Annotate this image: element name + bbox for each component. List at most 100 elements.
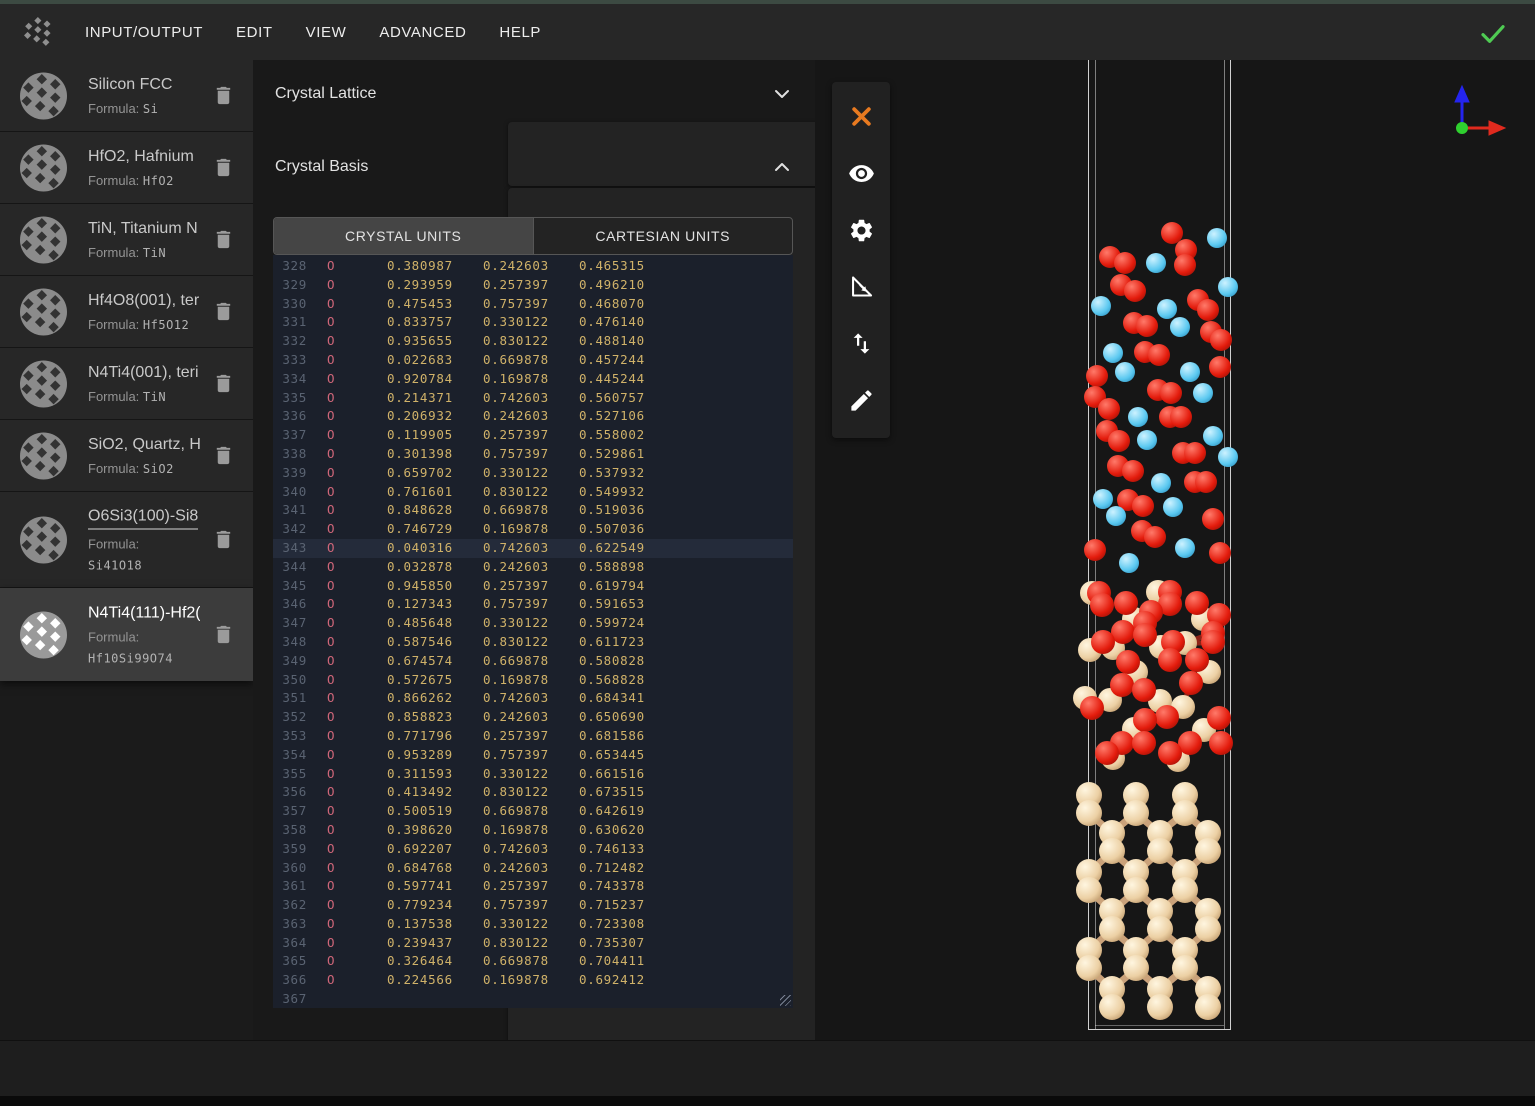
editor-resize-handle[interactable] [780, 995, 791, 1006]
line-number: 342 [273, 520, 307, 539]
viewer-toolbar [832, 82, 890, 438]
editor-line: 352O0.8588230.2426030.650690 [273, 708, 793, 727]
bottom-panel [0, 1040, 1535, 1096]
delete-material-button[interactable] [211, 156, 235, 180]
atom-hf [1151, 473, 1171, 493]
coordinate-value: 0.330122 [483, 915, 579, 934]
coordinate-value: 0.549932 [579, 483, 793, 502]
element-symbol: O [307, 971, 387, 990]
coordinate-value: 0.311593 [387, 765, 483, 784]
coordinate-value: 0.468070 [579, 295, 793, 314]
coordinate-value: 0.572675 [387, 671, 483, 690]
atom-o [1095, 741, 1119, 765]
coordinate-value: 0.953289 [387, 746, 483, 765]
line-number: 334 [273, 370, 307, 389]
axes-indicator [1445, 78, 1509, 142]
coordinate-value: 0.137538 [387, 915, 483, 934]
coordinate-value: 0.568828 [579, 671, 793, 690]
chevron-down-icon[interactable] [770, 82, 794, 106]
coordinate-value: 0.735307 [579, 934, 793, 953]
line-number: 364 [273, 934, 307, 953]
delete-material-button[interactable] [211, 528, 235, 552]
material-list-item-silicon-fcc[interactable]: Silicon FCCFormula: Si [0, 60, 253, 132]
coordinate-value: 0.597741 [387, 877, 483, 896]
delete-material-button[interactable] [211, 444, 235, 468]
line-number: 336 [273, 407, 307, 426]
editor-line: 355O0.3115930.3301220.661516 [273, 765, 793, 784]
element-symbol: O [307, 276, 387, 295]
coordinate-value: 0.833757 [387, 313, 483, 332]
material-list-item-o6si3-100-si8[interactable]: O6Si3(100)-Si8Formula:Si41O18 [0, 492, 253, 588]
atom-hf [1115, 362, 1135, 382]
material-list-item-hf4o8-001-ter[interactable]: Hf4O8(001), terFormula: Hf5O12 [0, 276, 253, 348]
atom-si [1195, 838, 1221, 864]
material-list-item-sio2-quartz-h[interactable]: SiO2, Quartz, HFormula: SiO2 [0, 420, 253, 492]
element-symbol: O [307, 840, 387, 859]
material-formula-value: Hf10Si99O74 [88, 651, 200, 665]
material-formula: Formula: HfO2 [88, 173, 200, 188]
tab-crystal-units[interactable]: CRYSTAL UNITS [274, 218, 533, 254]
coordinate-value: 0.519036 [579, 501, 793, 520]
edit-structure-button[interactable] [844, 385, 878, 419]
app-logo-molecule-dots-icon[interactable] [22, 15, 56, 49]
material-avatar-molecule-icon [20, 516, 67, 563]
delete-material-button[interactable] [211, 228, 235, 252]
editor-line: 331O0.8337570.3301220.476140 [273, 313, 793, 332]
coordinate-value: 0.746133 [579, 840, 793, 859]
editor-line: 363O0.1375380.3301220.723308 [273, 915, 793, 934]
viewer-settings-button[interactable] [844, 215, 878, 249]
atom-hf [1119, 553, 1139, 573]
swap-axes-button[interactable] [844, 328, 878, 362]
atom-o [1195, 471, 1217, 493]
atom-si [1172, 955, 1198, 981]
editor-line: 329O0.2939590.2573970.496210 [273, 276, 793, 295]
coordinate-value: 0.040316 [387, 539, 483, 558]
coordinate-value: 0.169878 [483, 971, 579, 990]
close-viewer-button[interactable] [844, 101, 878, 135]
atom-o [1080, 696, 1104, 720]
menu-item-edit[interactable]: EDIT [236, 24, 273, 41]
atom-o [1197, 299, 1219, 321]
delete-material-button[interactable] [211, 372, 235, 396]
visibility-button[interactable] [844, 158, 878, 192]
editor-line: 336O0.2069320.2426030.527106 [273, 407, 793, 426]
atom-o [1091, 630, 1115, 654]
material-list-item-n4ti4-001-teri[interactable]: N4Ti4(001), teriFormula: TiN [0, 348, 253, 420]
menu-item-help[interactable]: HELP [499, 24, 541, 41]
coordinate-value: 0.239437 [387, 934, 483, 953]
editor-line: 364O0.2394370.8301220.735307 [273, 934, 793, 953]
line-number: 358 [273, 821, 307, 840]
measure-tool-button[interactable] [844, 271, 878, 305]
coordinate-value: 0.830122 [483, 483, 579, 502]
delete-material-button[interactable] [211, 623, 235, 647]
material-list-item-n4ti4-111-hf2[interactable]: N4Ti4(111)-Hf2(Formula:Hf10Si99O74 [0, 588, 253, 681]
coordinate-value: 0.935655 [387, 332, 483, 351]
material-avatar-molecule-icon [20, 216, 67, 263]
tab-cartesian-units[interactable]: CARTESIAN UNITS [533, 218, 793, 254]
window-bottom-strip [0, 1096, 1535, 1106]
editor-line: 366O0.2245660.1698780.692412 [273, 971, 793, 990]
editor-line: 333O0.0226830.6698780.457244 [273, 351, 793, 370]
coordinate-value: 0.242603 [483, 257, 579, 276]
atom-o [1132, 731, 1156, 755]
editor-line: 343O0.0403160.7426030.622549 [273, 539, 793, 558]
chevron-up-icon[interactable] [770, 155, 794, 179]
crystal-basis-header[interactable]: Crystal Basis [275, 128, 368, 205]
delete-material-button[interactable] [211, 300, 235, 324]
atom-o [1158, 648, 1182, 672]
coordinate-value: 0.242603 [483, 859, 579, 878]
menu-item-advanced[interactable]: ADVANCED [379, 24, 466, 41]
material-list-item-hfo2-hafnium[interactable]: HfO2, HafniumFormula: HfO2 [0, 132, 253, 204]
crystal-lattice-header[interactable]: Crystal Lattice [275, 62, 376, 126]
basis-coordinates-editor[interactable]: 328O0.3809870.2426030.465315329O0.293959… [273, 255, 793, 1008]
coordinate-value: 0.214371 [387, 389, 483, 408]
material-list-item-tin-titanium-n[interactable]: TiN, Titanium NFormula: TiN [0, 204, 253, 276]
structure-canvas[interactable] [815, 60, 1535, 1040]
editor-line: 328O0.3809870.2426030.465315 [273, 257, 793, 276]
element-symbol: O [307, 633, 387, 652]
menu-item-view[interactable]: VIEW [306, 24, 347, 41]
element-symbol: O [307, 520, 387, 539]
delete-material-button[interactable] [211, 84, 235, 108]
coordinate-value: 0.669878 [483, 351, 579, 370]
menu-item-input-output[interactable]: INPUT/OUTPUT [85, 24, 203, 41]
